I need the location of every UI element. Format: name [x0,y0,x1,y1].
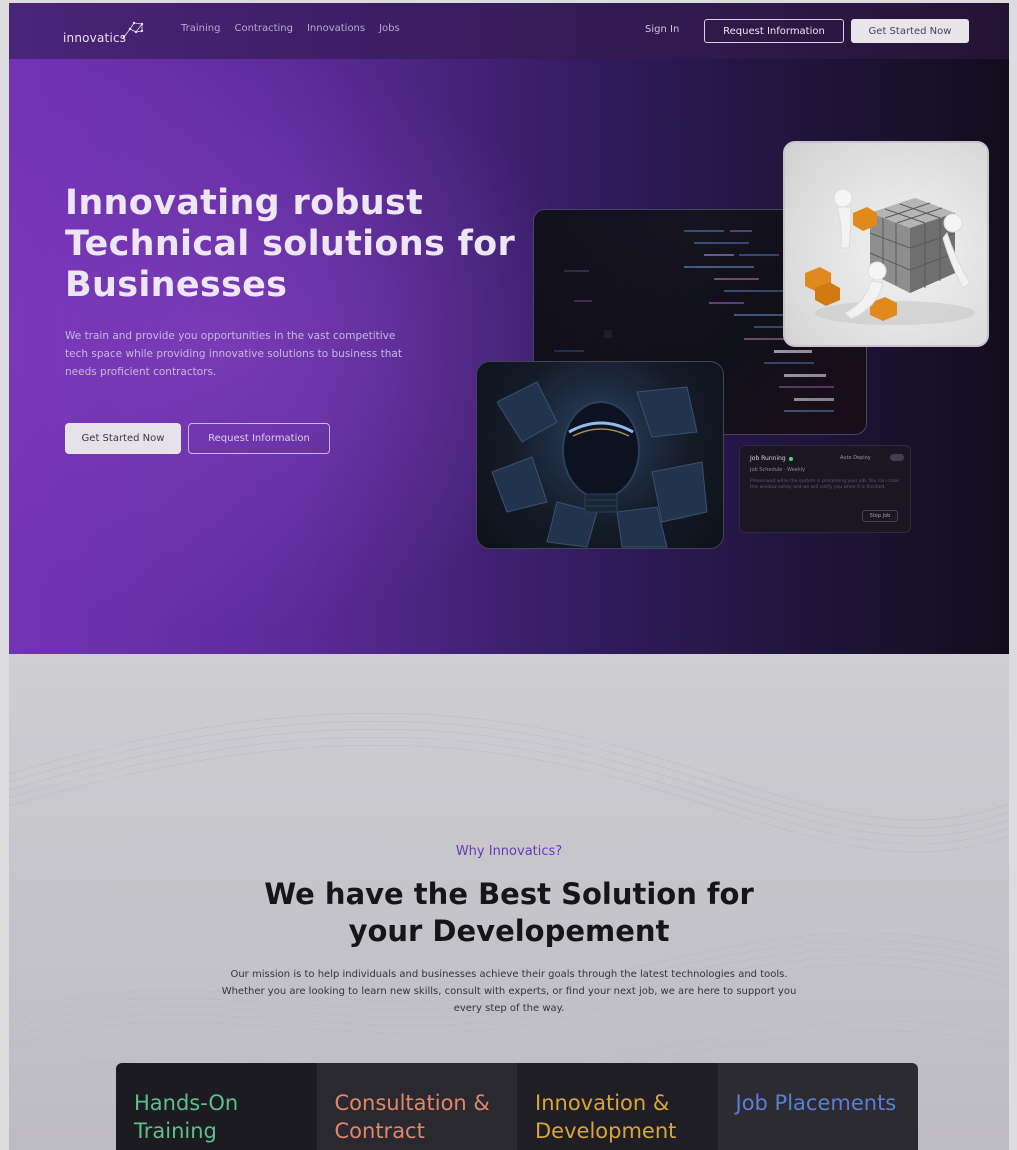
card-label: Job Placements [735,1091,897,1115]
card-hands-on-training[interactable]: Hands-On Training [116,1063,317,1150]
card-label: Consultation & Contract [334,1091,490,1143]
lightbulb-illustration [491,381,708,548]
hero-request-information-button[interactable]: Request Information [188,423,330,454]
job-status-card: Job Running Auto Deploy Job Schedule · W… [739,445,911,533]
stop-job-button[interactable]: Stop Job [862,510,898,522]
card-job-placements[interactable]: Job Placements [717,1063,918,1150]
auto-deploy-toggle[interactable] [890,454,904,461]
why-section: Why Innovatics? We have the Best Solutio… [9,654,1009,1150]
job-status-text: Job Running [750,455,793,462]
page-frame: innovatics Training Contracting Innovati… [9,3,1009,1150]
card-consultation-contract[interactable]: Consultation & Contract [316,1063,517,1150]
job-body-text: Please wait while the system is processi… [750,479,899,490]
request-information-button[interactable]: Request Information [704,19,844,43]
why-description: Our mission is to help individuals and b… [221,969,797,1014]
get-started-button[interactable]: Get Started Now [851,19,969,43]
hero-description: We train and provide you opportunities i… [65,330,402,378]
job-status-label: Job Running [750,455,786,462]
hero-get-started-button[interactable]: Get Started Now [65,423,181,454]
teamwork-cubes-image [783,141,989,347]
hero-title: Innovating robust Technical solutions fo… [65,183,516,305]
nav-link-contracting[interactable]: Contracting [234,23,292,34]
sign-in-link[interactable]: Sign In [645,24,679,35]
auto-deploy-label: Auto Deploy [840,455,871,461]
network-logo-icon [123,21,144,39]
card-innovation-development[interactable]: Innovation & Development [517,1063,718,1150]
card-label: Hands-On Training [134,1091,239,1143]
nav-links: Training Contracting Innovations Jobs [181,23,400,34]
lightbulb-paper-image [476,361,724,549]
hero-section: Innovating robust Technical solutions fo… [9,59,1009,654]
why-title: We have the Best Solution for your Devel… [264,877,754,948]
top-navbar: innovatics Training Contracting Innovati… [9,3,1009,59]
why-eyebrow: Why Innovatics? [455,844,563,859]
nav-link-innovations[interactable]: Innovations [307,23,365,34]
nav-link-jobs[interactable]: Jobs [379,23,400,34]
nav-link-training[interactable]: Training [181,23,220,34]
status-dot-icon [788,456,793,461]
logo[interactable]: innovatics [63,21,144,45]
cubes-illustration [805,188,975,325]
job-schedule-text: Job Schedule · Weekly [750,467,806,473]
feature-cards: Hands-On Training Consultation & Contrac… [116,1063,918,1150]
card-label: Innovation & Development [535,1091,677,1143]
logo-text: innovatics [63,31,127,45]
